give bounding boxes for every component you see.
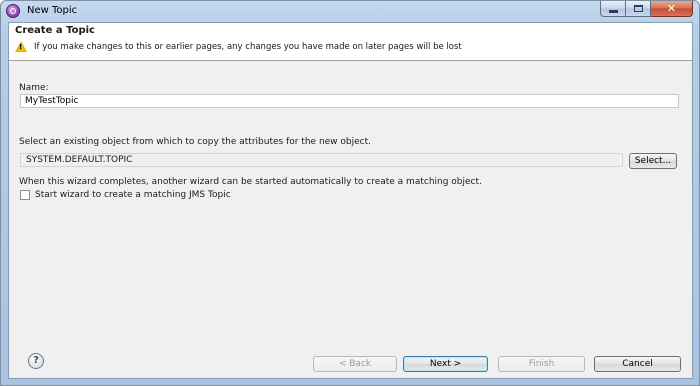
window-controls: ✕ [600, 1, 693, 17]
window-title: New Topic [27, 5, 78, 16]
cancel-button[interactable]: Cancel [594, 356, 681, 372]
close-icon: ✕ [666, 2, 677, 15]
minimize-button[interactable] [600, 1, 626, 17]
back-button[interactable]: < Back [313, 356, 397, 372]
jms-topic-checkbox[interactable] [20, 190, 30, 200]
maximize-button[interactable] [626, 1, 651, 17]
wizard-info-label: When this wizard completes, another wiza… [19, 177, 482, 187]
finish-button[interactable]: Finish [498, 356, 585, 372]
name-input[interactable] [20, 94, 679, 108]
minimize-icon [608, 10, 618, 13]
page-title: Create a Topic [15, 25, 95, 36]
name-label: Name: [19, 83, 49, 93]
copy-object-field: SYSTEM.DEFAULT.TOPIC [20, 153, 623, 167]
close-button[interactable]: ✕ [651, 1, 693, 17]
next-button[interactable]: Next > [403, 356, 488, 372]
wizard-content: Create a Topic ! If you make changes to … [8, 22, 693, 379]
maximize-icon [633, 5, 643, 12]
warning-icon: ! [15, 41, 27, 52]
app-icon [6, 4, 20, 18]
banner-message: If you make changes to this or earlier p… [34, 42, 462, 52]
wizard-banner: Create a Topic ! If you make changes to … [9, 23, 692, 61]
select-button[interactable]: Select... [629, 153, 677, 169]
help-icon[interactable]: ? [28, 353, 44, 369]
jms-topic-checkbox-label: Start wizard to create a matching JMS To… [35, 190, 231, 200]
jms-topic-checkbox-row[interactable]: Start wizard to create a matching JMS To… [20, 190, 231, 200]
copy-object-label: Select an existing object from which to … [19, 137, 371, 147]
title-bar[interactable]: New Topic ✕ [1, 1, 699, 21]
new-topic-window: New Topic ✕ Create a Topic ! If you make… [0, 0, 700, 386]
